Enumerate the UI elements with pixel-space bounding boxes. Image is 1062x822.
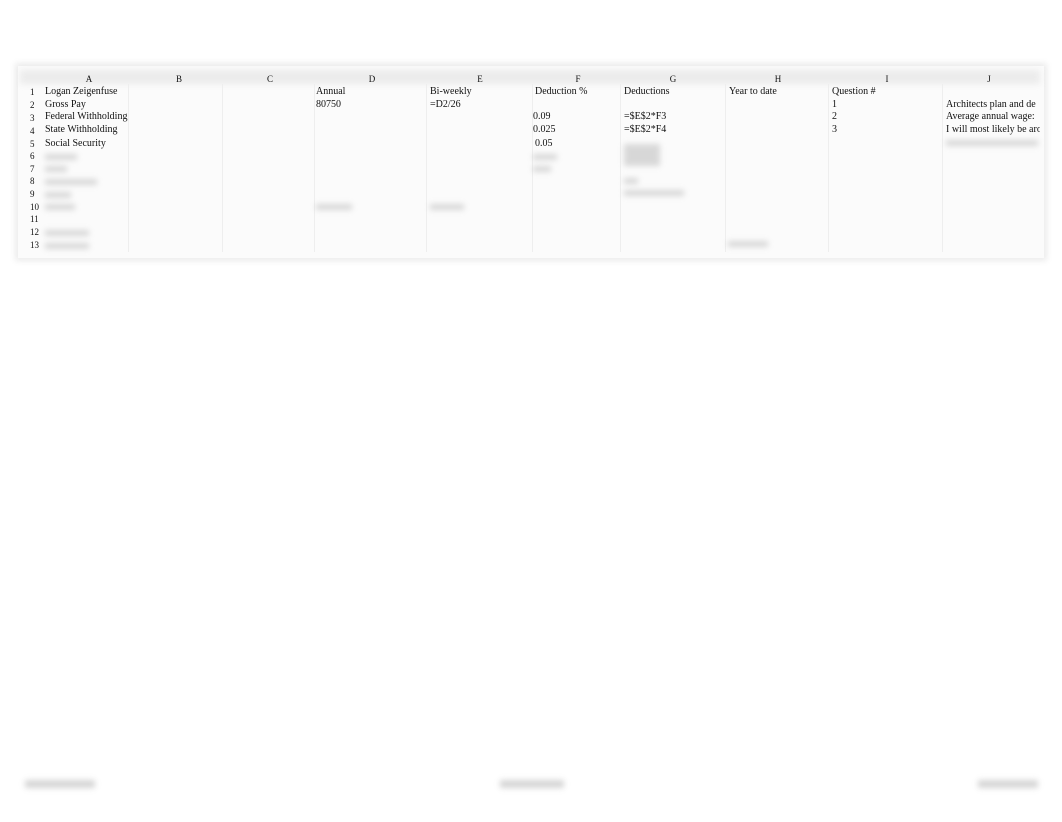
cell-d2[interactable]: 80750 — [316, 99, 341, 111]
blurred-cell — [316, 204, 352, 210]
cell-a5[interactable]: Social Security — [45, 138, 106, 150]
column-header-e[interactable]: E — [477, 74, 483, 84]
blurred-cell — [430, 204, 464, 210]
cell-e2[interactable]: =D2/26 — [430, 99, 461, 111]
gridline — [128, 84, 129, 252]
cell-j3[interactable]: Average annual wage: — [946, 111, 1038, 123]
blurred-cell — [624, 178, 638, 184]
blurred-cell — [533, 154, 557, 160]
cell-j4[interactable]: I will most likely be aro — [946, 124, 1040, 136]
gridline — [828, 84, 829, 252]
blurred-cell — [533, 166, 551, 172]
row-number[interactable]: 4 — [30, 126, 35, 136]
row-number[interactable]: 6 — [30, 151, 35, 161]
cell-f4[interactable]: 0.025 — [533, 124, 556, 136]
cell-j2[interactable]: Architects plan and de — [946, 99, 1038, 111]
cell-g4[interactable]: =$E$2*F4 — [624, 124, 666, 136]
cell-f3[interactable]: 0.09 — [533, 111, 551, 123]
column-header-f[interactable]: F — [575, 74, 580, 84]
column-header-c[interactable]: C — [267, 74, 273, 84]
column-header-i[interactable]: I — [886, 74, 889, 84]
blurred-cell — [45, 204, 75, 210]
blurred-cell — [45, 166, 67, 172]
cell-h1[interactable]: Year to date — [729, 86, 777, 98]
row-number[interactable]: 5 — [30, 139, 35, 149]
cell-a3[interactable]: Federal Withholding — [45, 111, 127, 123]
cell-a2[interactable]: Gross Pay — [45, 99, 86, 111]
cell-a4[interactable]: State Withholding — [45, 124, 117, 136]
spreadsheet-page — [18, 66, 1044, 258]
column-header-h[interactable]: H — [775, 74, 782, 84]
blurred-cell — [45, 154, 77, 160]
row-number[interactable]: 11 — [30, 214, 39, 224]
gridline — [222, 84, 223, 252]
row-number[interactable]: 3 — [30, 113, 35, 123]
blurred-cell — [624, 190, 684, 196]
blurred-cell — [624, 144, 660, 166]
column-header-j[interactable]: J — [987, 74, 991, 84]
blurred-cell — [45, 179, 97, 185]
cell-i4[interactable]: 3 — [832, 124, 837, 136]
row-number[interactable]: 10 — [30, 202, 39, 212]
cell-i2[interactable]: 1 — [832, 99, 837, 111]
gridline — [725, 84, 726, 252]
blurred-cell — [728, 241, 768, 247]
column-header-a[interactable]: A — [86, 74, 93, 84]
row-number[interactable]: 7 — [30, 164, 35, 174]
row-number[interactable]: 9 — [30, 189, 35, 199]
gridline — [426, 84, 427, 252]
blurred-cell — [45, 230, 89, 236]
row-number[interactable]: 8 — [30, 176, 35, 186]
cell-e1[interactable]: Bi-weekly — [430, 86, 472, 98]
gridline — [620, 84, 621, 252]
cell-g1[interactable]: Deductions — [624, 86, 670, 98]
row-number[interactable]: 2 — [30, 100, 35, 110]
gridline — [942, 84, 943, 252]
cell-g3[interactable]: =$E$2*F3 — [624, 111, 666, 123]
footer-left-text — [25, 780, 95, 788]
blurred-cell — [946, 140, 1038, 146]
row-number[interactable]: 1 — [30, 87, 35, 97]
cell-f1[interactable]: Deduction % — [535, 86, 588, 98]
cell-i1[interactable]: Question # — [832, 86, 876, 98]
blurred-cell — [45, 192, 71, 198]
column-header-b[interactable]: B — [176, 74, 182, 84]
row-number[interactable]: 12 — [30, 227, 39, 237]
cell-f5[interactable]: 0.05 — [535, 138, 553, 150]
footer-center-text — [500, 780, 564, 788]
cell-d1[interactable]: Annual — [316, 86, 345, 98]
row-number[interactable]: 13 — [30, 240, 39, 250]
cell-i3[interactable]: 2 — [832, 111, 837, 123]
column-header-d[interactable]: D — [369, 74, 376, 84]
column-header-g[interactable]: G — [670, 74, 677, 84]
footer-page-number — [978, 780, 1038, 788]
gridline — [314, 84, 315, 252]
cell-a1[interactable]: Logan Zeigenfuse — [45, 86, 117, 98]
blurred-cell — [45, 243, 89, 249]
